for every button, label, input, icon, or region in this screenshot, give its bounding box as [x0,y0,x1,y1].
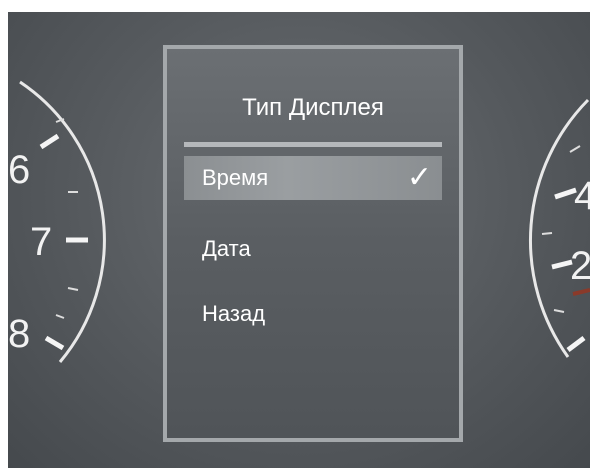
menu-item-label: Назад [202,301,266,326]
right-gauge-minor-tick [569,145,581,153]
right-gauge-minor-tick [541,232,553,235]
menu-item-time[interactable]: Время ✓ [184,156,442,200]
menu-item-label: Дата [202,236,251,261]
instrument-cluster-background: 6 7 8 4 2 Тип Дисплея Время ✓ Дата Назад [8,12,590,468]
menu-item-label: Время [202,165,269,190]
right-gauge-arc [529,98,590,358]
display-type-menu: Тип Дисплея Время ✓ Дата Назад [163,45,463,442]
right-gauge-label-2: 2 [570,244,590,288]
menu-title: Тип Дисплея [242,94,384,121]
menu-item-back[interactable]: Назад [184,292,442,336]
right-gauge-needle [572,288,590,296]
right-gauge-major-tick [551,259,573,270]
right-gauge-major-tick [554,187,577,200]
right-gauge-label-4: 4 [574,174,590,218]
right-gauge-major-tick [566,336,586,352]
title-divider [184,142,442,147]
right-gauge-minor-tick [553,309,565,313]
menu-item-date[interactable]: Дата [184,227,442,271]
checkmark-icon: ✓ [406,161,432,194]
